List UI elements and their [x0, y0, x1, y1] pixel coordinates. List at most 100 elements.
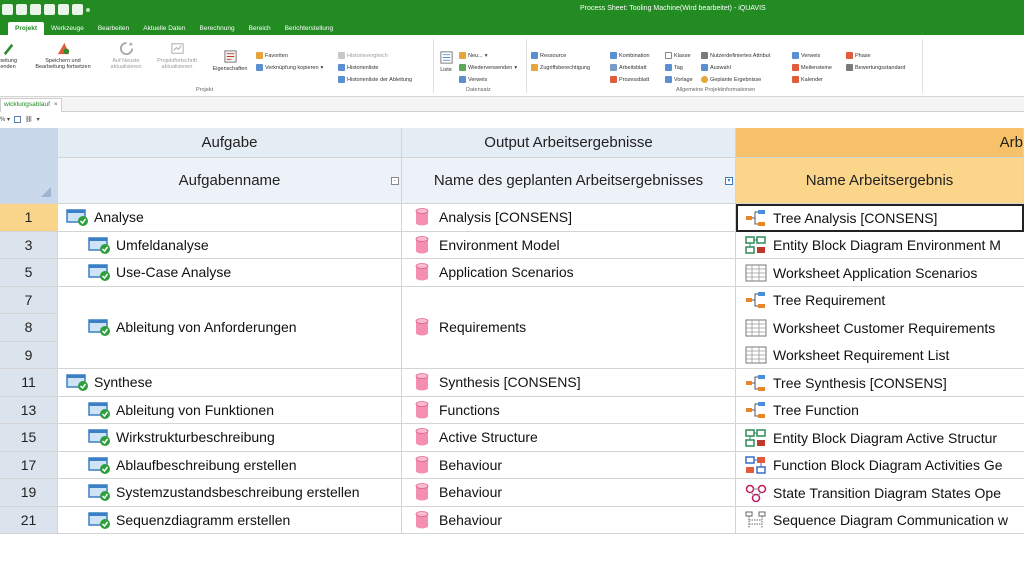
- properties-button[interactable]: Eigenschaften: [208, 49, 252, 72]
- tab-bearbeiten[interactable]: Bearbeiten: [91, 22, 136, 35]
- work-result-item[interactable]: State Transition Diagram States Ope: [736, 479, 1001, 506]
- work-result-cell[interactable]: Entity Block Diagram Environment M: [736, 232, 1024, 259]
- row-number[interactable]: 17: [0, 451, 58, 479]
- output-cell[interactable]: Behaviour: [402, 506, 736, 534]
- tag-button[interactable]: Tag: [665, 64, 683, 71]
- milestones-button[interactable]: Meilensteine: [792, 64, 832, 71]
- output-cell[interactable]: Behaviour: [402, 451, 736, 479]
- favorites-button[interactable]: Favoriten: [256, 52, 288, 59]
- output-cell[interactable]: Synthesis [CONSENS]: [402, 369, 736, 397]
- open-icon[interactable]: [30, 4, 41, 15]
- end-editing-button[interactable]: beitung enden: [0, 41, 22, 70]
- column-header-work[interactable]: Name Arbeitsergebnis: [736, 158, 1024, 204]
- work-result-item[interactable]: Sequence Diagram Communication w: [736, 507, 1008, 534]
- filter-icon[interactable]: -: [391, 177, 399, 185]
- output-cell[interactable]: Behaviour: [402, 479, 736, 507]
- save-icon[interactable]: [16, 4, 27, 15]
- work-result-item[interactable]: Entity Block Diagram Environment M: [736, 232, 1001, 259]
- task-cell[interactable]: Wirkstrukturbeschreibung: [58, 424, 402, 452]
- zoom-dropdown[interactable]: % ▾: [0, 116, 10, 123]
- tab-file[interactable]: [0, 22, 8, 35]
- work-result-cell[interactable]: Tree Synthesis [CONSENS]: [736, 369, 1024, 397]
- output-cell[interactable]: Analysis [CONSENS]: [402, 204, 736, 232]
- redo-icon[interactable]: [58, 4, 69, 15]
- process-sheet-button[interactable]: Prozessblatt: [610, 76, 649, 83]
- phase-button[interactable]: Phase: [846, 52, 871, 59]
- history-list-button[interactable]: Historienliste: [338, 64, 378, 71]
- work-result-cell[interactable]: Entity Block Diagram Active Structur: [736, 424, 1024, 452]
- work-result-cell[interactable]: Sequence Diagram Communication w: [736, 507, 1024, 534]
- work-result-item[interactable]: Tree Requirement: [736, 287, 885, 314]
- user-attribute-button[interactable]: Nutzerdefiniertes Attribut: [701, 52, 770, 59]
- work-result-item[interactable]: Worksheet Requirement List: [736, 342, 949, 369]
- output-cell[interactable]: Requirements: [402, 286, 736, 369]
- work-result-item[interactable]: Function Block Diagram Activities Ge: [736, 452, 1003, 479]
- output-cell[interactable]: Functions: [402, 396, 736, 424]
- filter-active-icon[interactable]: ▾: [725, 177, 733, 185]
- output-cell[interactable]: Active Structure: [402, 424, 736, 452]
- selection-button[interactable]: Auswahl: [701, 64, 731, 71]
- calendar-button[interactable]: Kalender: [792, 76, 823, 83]
- work-result-item[interactable]: Tree Synthesis [CONSENS]: [736, 369, 947, 396]
- column-header-output[interactable]: Name des geplanten Arbeitsergebnisses ▾: [402, 158, 736, 204]
- copy-link-button[interactable]: Verknüpfung kopieren ▾: [256, 64, 323, 71]
- task-cell[interactable]: Systemzustandsbeschreibung erstellen: [58, 479, 402, 507]
- tab-projekt[interactable]: Projekt: [8, 22, 45, 35]
- work-result-cell[interactable]: Worksheet Application Scenarios: [736, 259, 1024, 287]
- task-cell[interactable]: Ableitung von Funktionen: [58, 396, 402, 424]
- access-rights-button[interactable]: Zugriffsberechtigung: [531, 64, 590, 71]
- row-number[interactable]: 15: [0, 424, 58, 452]
- tab-berichterstellung[interactable]: Berichterstellung: [278, 22, 340, 35]
- close-tab-icon[interactable]: ×: [54, 101, 58, 108]
- evaluation-standard-button[interactable]: Bewertungsstandard: [846, 64, 905, 71]
- help-icon[interactable]: [72, 4, 83, 15]
- work-result-item[interactable]: Worksheet Customer Requirements: [736, 314, 995, 341]
- task-cell[interactable]: Analyse: [58, 204, 402, 232]
- link-icon[interactable]: ⛓: [25, 116, 33, 123]
- task-cell[interactable]: Synthese: [58, 369, 402, 397]
- row-number[interactable]: 19: [0, 479, 58, 507]
- tab-bereich[interactable]: Bereich: [242, 22, 278, 35]
- task-cell[interactable]: Use-Case Analyse: [58, 259, 402, 287]
- task-cell[interactable]: Ablaufbeschreibung erstellen: [58, 451, 402, 479]
- template-button[interactable]: Vorlage: [665, 76, 693, 83]
- planned-results-button[interactable]: Geplante Ergebnisse: [701, 76, 761, 83]
- history-compare-button[interactable]: Historievergleich: [338, 52, 388, 59]
- row-number[interactable]: 21: [0, 506, 58, 534]
- more-icon[interactable]: ▾: [37, 116, 40, 123]
- column-header-task[interactable]: Aufgabenname -: [58, 158, 402, 204]
- document-tab[interactable]: wicklungsablauf ×: [0, 98, 62, 112]
- work-result-item[interactable]: Tree Analysis [CONSENS]: [736, 204, 937, 231]
- reference-button[interactable]: Verweis: [459, 76, 487, 83]
- row-number[interactable]: 8: [0, 314, 58, 342]
- resource-button[interactable]: Ressource: [531, 52, 566, 59]
- work-result-item[interactable]: Tree Function: [736, 397, 859, 424]
- grid-view-icon[interactable]: [14, 115, 22, 123]
- row-number[interactable]: 1: [0, 204, 58, 232]
- work-result-cell[interactable]: State Transition Diagram States Ope: [736, 479, 1024, 507]
- reuse-button[interactable]: Wiederverwenden ▾: [459, 64, 517, 71]
- class-button[interactable]: Klasse: [665, 52, 691, 59]
- qat-more-icon[interactable]: [86, 8, 90, 12]
- task-cell[interactable]: Ableitung von Anforderungen: [58, 286, 402, 369]
- task-cell[interactable]: Umfeldanalyse: [58, 231, 402, 259]
- work-result-cell[interactable]: Tree Function: [736, 397, 1024, 424]
- work-result-item[interactable]: Worksheet Application Scenarios: [736, 259, 977, 286]
- undo-icon[interactable]: [44, 4, 55, 15]
- save-continue-button[interactable]: Speichern und Bearbeitung fortsetzen: [28, 41, 98, 70]
- output-cell[interactable]: Environment Model: [402, 231, 736, 259]
- list-button[interactable]: Liste: [437, 50, 455, 73]
- combination-button[interactable]: Kombination: [610, 52, 650, 59]
- row-number[interactable]: 3: [0, 231, 58, 259]
- output-cell[interactable]: Application Scenarios: [402, 259, 736, 287]
- row-number[interactable]: 13: [0, 396, 58, 424]
- link-reference-button[interactable]: Verweis: [792, 52, 820, 59]
- update-latest-button[interactable]: Auf Neuste aktualisieren: [104, 41, 148, 70]
- new-dataset-button[interactable]: Neu... ▾: [459, 52, 487, 59]
- row-number[interactable]: 7: [0, 286, 58, 314]
- update-progress-button[interactable]: Projektfortschritt aktualisieren: [152, 41, 202, 70]
- worksheet-button[interactable]: Arbeitsblatt: [610, 64, 647, 71]
- work-result-cell[interactable]: Tree Analysis [CONSENS]: [736, 204, 1024, 232]
- history-derivation-button[interactable]: Historienliste der Ableitung: [338, 76, 412, 83]
- tab-berechnung[interactable]: Berechnung: [193, 22, 242, 35]
